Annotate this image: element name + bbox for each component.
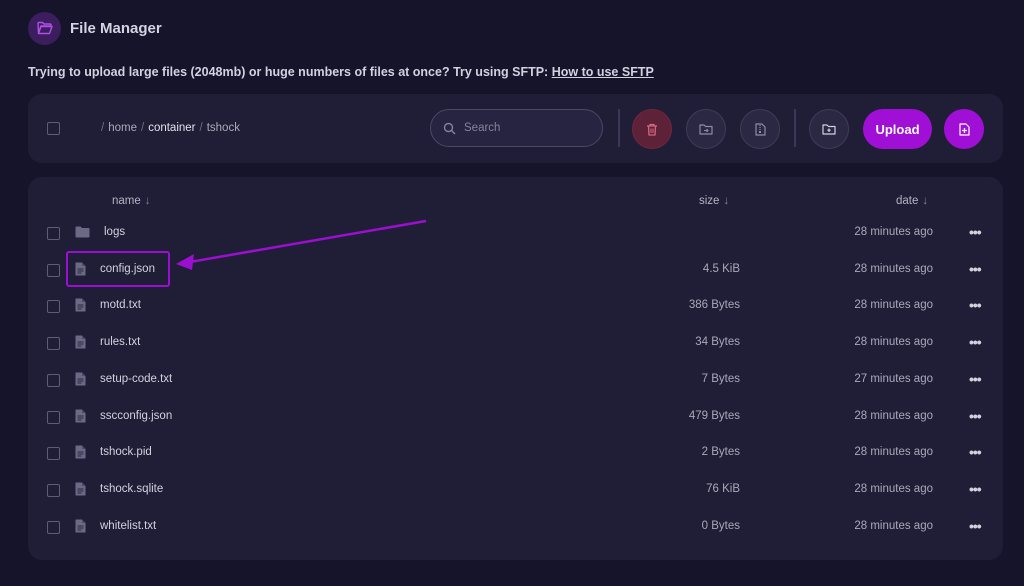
table-row[interactable]: setup-code.txt 7 Bytes 27 minutes ago ••• [28, 362, 1003, 398]
breadcrumb-home[interactable]: home [108, 122, 137, 134]
table-row[interactable]: logs 28 minutes ago ••• [28, 215, 1003, 251]
file-size: 7 Bytes [701, 372, 740, 385]
file-icon [75, 482, 86, 501]
table-row[interactable]: rules.txt 34 Bytes 28 minutes ago ••• [28, 325, 1003, 361]
file-date: 28 minutes ago [854, 446, 933, 459]
file-name[interactable]: whitelist.txt [100, 520, 156, 532]
file-date: 28 minutes ago [854, 336, 933, 349]
sftp-help-link[interactable]: How to use SFTP [552, 65, 654, 79]
file-plus-icon [958, 122, 970, 136]
breadcrumb-container[interactable]: container [148, 122, 195, 134]
more-actions-icon[interactable]: ••• [969, 408, 982, 424]
toolbar-divider [618, 109, 620, 147]
archive-button[interactable] [740, 109, 780, 149]
row-checkbox[interactable] [47, 373, 60, 387]
file-size: 479 Bytes [688, 409, 740, 422]
table-row[interactable]: tshock.sqlite 76 KiB 28 minutes ago ••• [28, 472, 1003, 508]
column-size[interactable]: size ↓ [699, 195, 729, 207]
row-checkbox[interactable] [47, 337, 60, 351]
sftp-notice: Trying to upload large files (2048mb) or… [28, 65, 654, 79]
folder-plus-icon [822, 124, 836, 135]
table-row[interactable]: sscconfig.json 479 Bytes 28 minutes ago ••• [28, 399, 1003, 435]
file-size: 0 Bytes [701, 519, 740, 532]
annotation-highlight [66, 251, 170, 287]
new-file-button[interactable] [944, 109, 984, 149]
table-row[interactable]: whitelist.txt 0 Bytes 28 minutes ago ••• [28, 509, 1003, 545]
delete-button[interactable] [632, 109, 672, 149]
more-actions-icon[interactable]: ••• [969, 371, 982, 387]
more-actions-icon[interactable]: ••• [969, 297, 982, 313]
folder-move-icon [699, 124, 713, 135]
file-date: 28 minutes ago [854, 226, 933, 238]
sort-arrow-icon: ↓ [922, 195, 929, 207]
breadcrumb: / home / container / tshock [101, 122, 240, 134]
file-date: 28 minutes ago [854, 299, 933, 312]
page-title: File Manager [70, 19, 162, 37]
file-name[interactable]: motd.txt [100, 299, 141, 311]
file-size: 34 Bytes [695, 336, 740, 349]
trash-icon [647, 123, 657, 136]
toolbar-panel: / home / container / tshock Upload [28, 94, 1003, 163]
folder-open-icon [28, 11, 61, 45]
more-actions-icon[interactable]: ••• [969, 481, 982, 497]
row-checkbox[interactable] [47, 263, 60, 277]
sort-arrow-icon: ↓ [144, 195, 151, 207]
file-list-panel: name ↓ size ↓ date ↓ logs 28 minutes ago ••• c… [28, 177, 1003, 560]
file-size: 2 Bytes [701, 446, 740, 459]
file-icon [75, 409, 86, 428]
more-actions-icon[interactable]: ••• [969, 261, 982, 277]
file-icon [75, 372, 86, 391]
sort-arrow-icon: ↓ [723, 195, 730, 207]
file-name[interactable]: tshock.sqlite [100, 483, 163, 495]
row-checkbox[interactable] [47, 227, 60, 240]
file-archive-icon [754, 122, 766, 136]
select-all-checkbox[interactable] [47, 122, 60, 135]
new-folder-button[interactable] [809, 109, 849, 149]
file-size: 4.5 KiB [702, 262, 740, 275]
file-icon [75, 445, 86, 464]
app-header: File Manager [28, 11, 162, 45]
row-checkbox[interactable] [47, 520, 60, 534]
file-size: 76 KiB [706, 482, 740, 495]
folder-icon [75, 225, 90, 243]
search-icon [443, 122, 456, 134]
file-name[interactable]: rules.txt [100, 336, 140, 348]
column-date[interactable]: date ↓ [896, 195, 928, 207]
file-date: 28 minutes ago [854, 409, 933, 422]
move-button[interactable] [686, 109, 726, 149]
file-icon [75, 519, 86, 538]
file-name[interactable]: logs [104, 226, 125, 238]
row-checkbox[interactable] [47, 483, 60, 497]
more-actions-icon[interactable]: ••• [969, 334, 982, 350]
column-name[interactable]: name ↓ [112, 195, 151, 207]
row-checkbox[interactable] [47, 410, 60, 424]
toolbar-divider-2 [794, 109, 796, 147]
file-name[interactable]: setup-code.txt [100, 373, 172, 385]
file-name[interactable]: tshock.pid [100, 446, 152, 458]
row-checkbox[interactable] [47, 447, 60, 461]
file-date: 28 minutes ago [854, 482, 933, 495]
row-checkbox[interactable] [47, 300, 60, 314]
file-size: 386 Bytes [688, 299, 740, 312]
search-box[interactable] [430, 109, 603, 147]
file-icon [75, 335, 86, 354]
table-row[interactable]: tshock.pid 2 Bytes 28 minutes ago ••• [28, 435, 1003, 471]
sftp-notice-text: Trying to upload large files (2048mb) or… [28, 65, 549, 79]
table-row[interactable]: config.json 4.5 KiB 28 minutes ago ••• [28, 252, 1003, 288]
file-date: 28 minutes ago [854, 262, 933, 275]
more-actions-icon[interactable]: ••• [969, 444, 982, 460]
file-icon [75, 298, 86, 317]
table-row[interactable]: motd.txt 386 Bytes 28 minutes ago ••• [28, 288, 1003, 324]
upload-button[interactable]: Upload [863, 109, 932, 149]
file-name[interactable]: sscconfig.json [100, 410, 172, 422]
breadcrumb-current: tshock [206, 122, 240, 134]
file-date: 28 minutes ago [854, 519, 933, 532]
more-actions-icon[interactable]: ••• [969, 518, 982, 534]
file-date: 27 minutes ago [854, 372, 933, 385]
search-input[interactable] [464, 122, 584, 134]
more-actions-icon[interactable]: ••• [969, 224, 982, 240]
